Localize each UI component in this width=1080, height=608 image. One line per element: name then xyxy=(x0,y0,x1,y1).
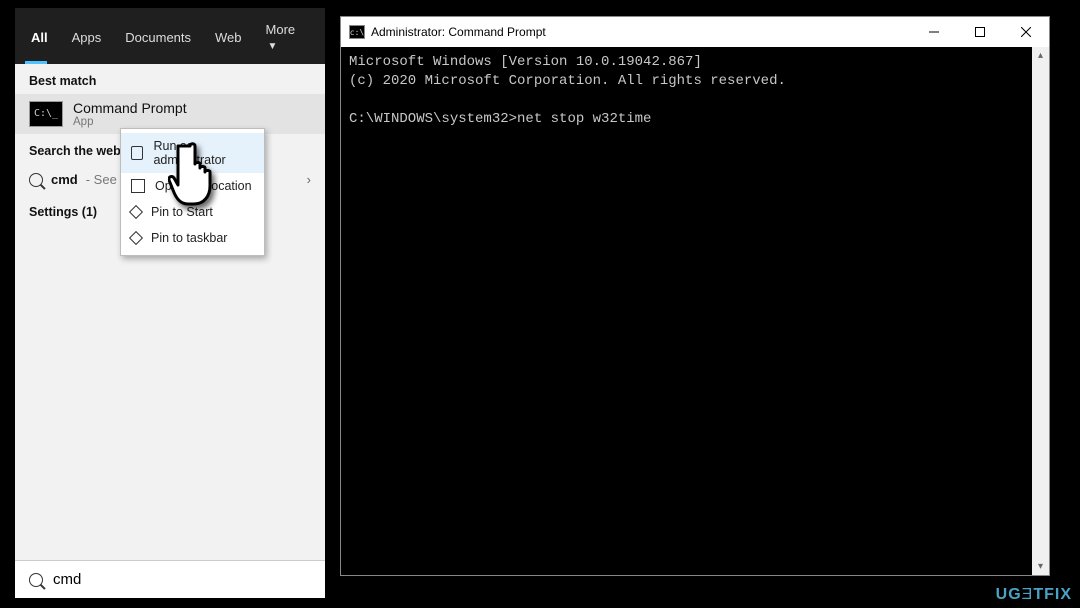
web-query: cmd xyxy=(51,172,78,187)
watermark: UGƎTFIX xyxy=(996,586,1072,604)
maximize-button[interactable] xyxy=(957,17,1003,47)
terminal-line: Microsoft Windows [Version 10.0.19042.86… xyxy=(349,54,702,70)
terminal-line: (c) 2020 Microsoft Corporation. All righ… xyxy=(349,73,786,89)
best-match-title: Command Prompt xyxy=(73,100,187,116)
tab-all[interactable]: All xyxy=(21,26,58,49)
tab-more-label: More xyxy=(266,22,296,37)
tab-web[interactable]: Web xyxy=(205,26,252,49)
menu-pin-to-taskbar[interactable]: Pin to taskbar xyxy=(121,225,264,251)
window-title: Administrator: Command Prompt xyxy=(371,25,546,39)
scrollbar[interactable]: ▴ ▾ xyxy=(1032,47,1049,575)
pointer-cursor-icon xyxy=(168,140,232,217)
pin-icon xyxy=(129,205,143,219)
search-icon xyxy=(29,573,43,587)
search-input[interactable] xyxy=(53,571,311,588)
terminal-prompt: C:\WINDOWS\system32> xyxy=(349,111,517,127)
scroll-down-icon[interactable]: ▾ xyxy=(1032,558,1049,575)
window-titlebar[interactable]: c:\ Administrator: Command Prompt xyxy=(341,17,1049,47)
chevron-right-icon: › xyxy=(307,172,311,187)
best-match-text: Command Prompt App xyxy=(73,100,187,128)
tab-more[interactable]: More ▼ xyxy=(256,18,319,56)
command-prompt-icon: C:\_ xyxy=(29,101,63,127)
shield-icon xyxy=(131,146,143,160)
command-prompt-icon: c:\ xyxy=(349,25,365,39)
tab-apps[interactable]: Apps xyxy=(62,26,112,49)
pin-icon xyxy=(129,231,143,245)
window-controls xyxy=(911,17,1049,47)
folder-icon xyxy=(131,179,145,193)
windows-search-panel: All Apps Documents Web More ▼ Best match… xyxy=(15,8,325,598)
close-button[interactable] xyxy=(1003,17,1049,47)
section-best-match: Best match xyxy=(15,64,325,94)
command-prompt-window: c:\ Administrator: Command Prompt Micros… xyxy=(340,16,1050,576)
minimize-button[interactable] xyxy=(911,17,957,47)
search-input-bar xyxy=(15,560,325,598)
best-match-subtitle: App xyxy=(73,116,187,128)
menu-item-label: Pin to taskbar xyxy=(151,231,227,245)
chevron-down-icon: ▼ xyxy=(268,41,278,52)
scroll-up-icon[interactable]: ▴ xyxy=(1032,47,1049,64)
search-icon xyxy=(29,173,43,187)
tab-documents[interactable]: Documents xyxy=(115,26,201,49)
search-tabs: All Apps Documents Web More ▼ xyxy=(15,8,325,64)
terminal-command: net stop w32time xyxy=(517,111,651,127)
terminal-body[interactable]: Microsoft Windows [Version 10.0.19042.86… xyxy=(341,47,1032,575)
